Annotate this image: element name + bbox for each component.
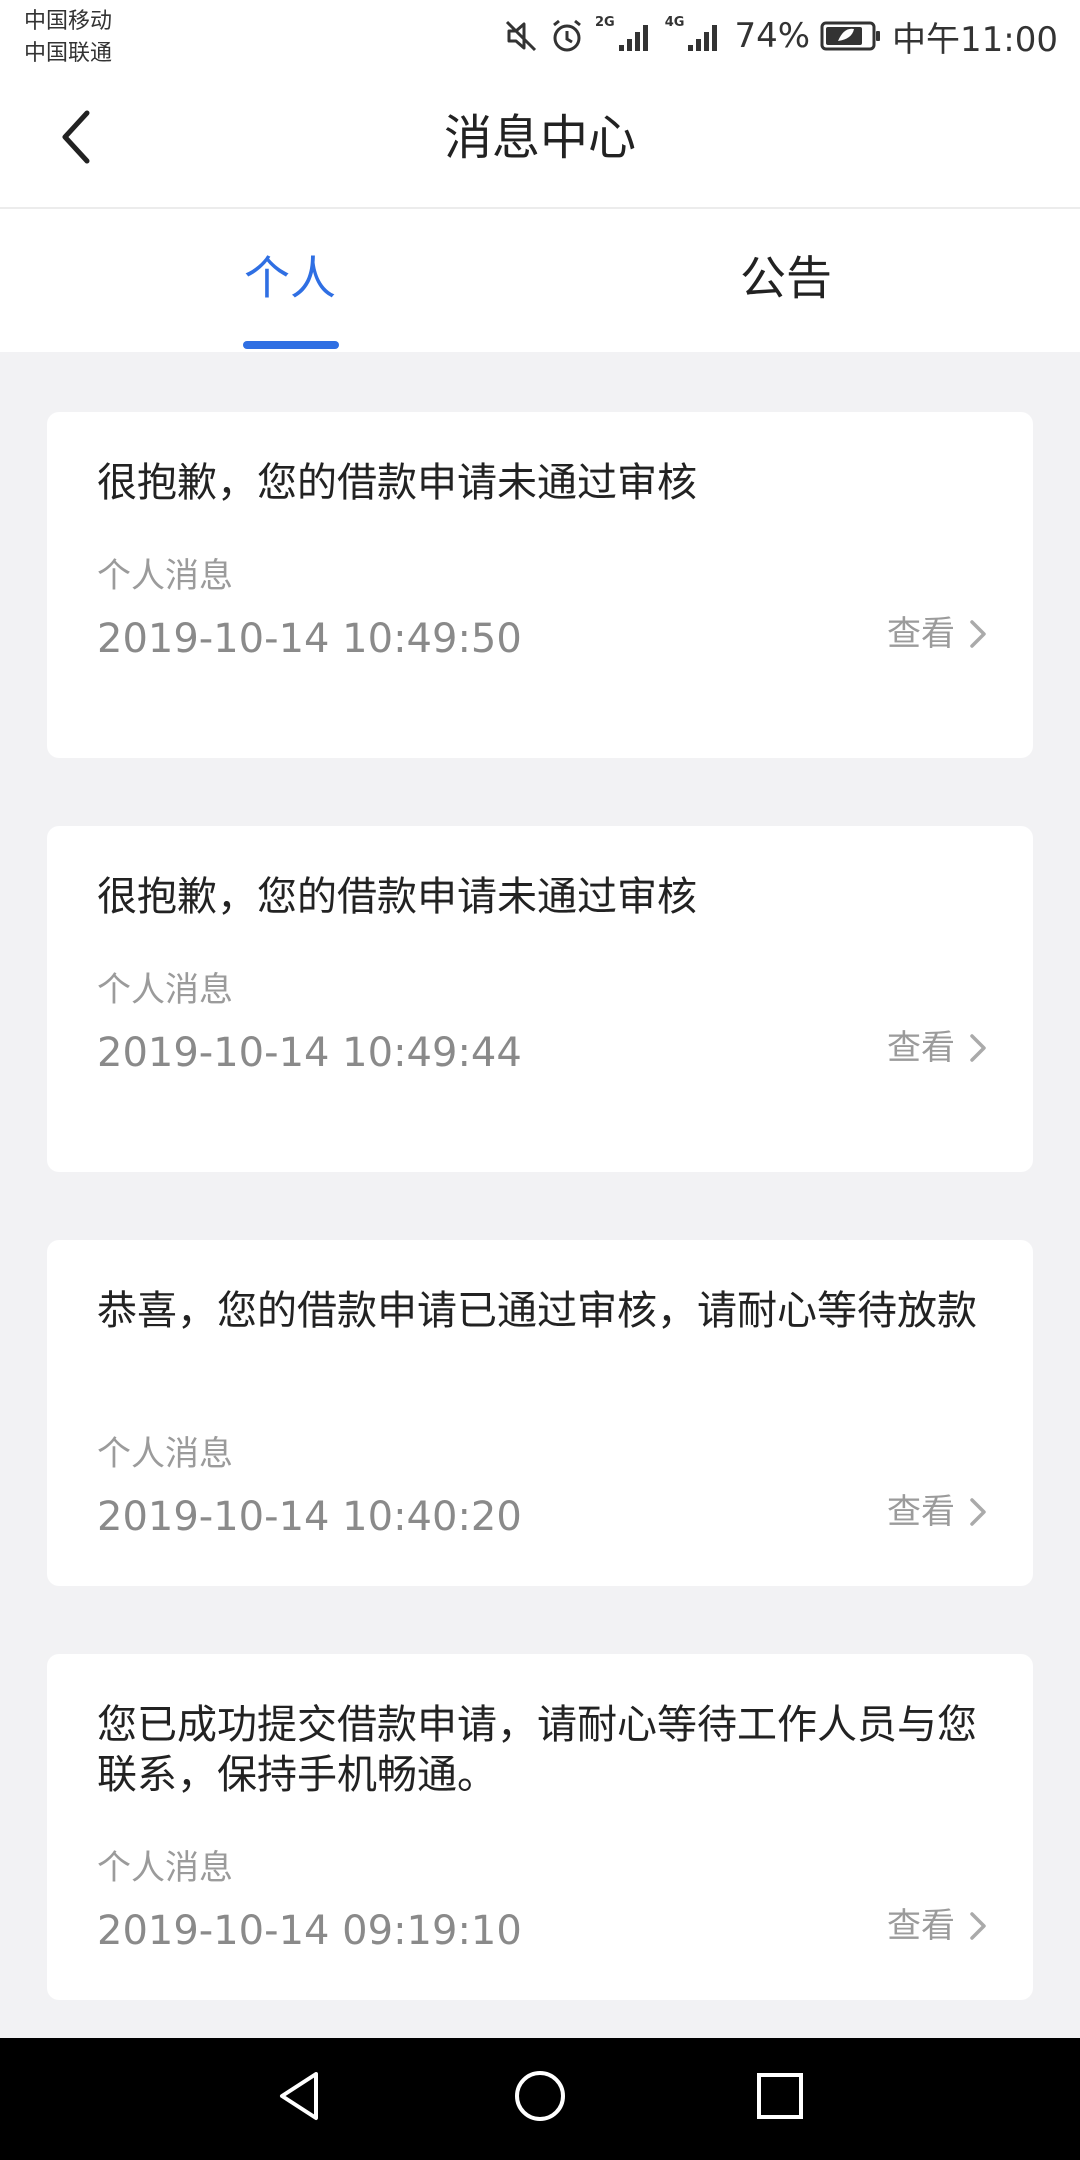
message-time: 2019-10-14 10:40:20: [97, 1494, 522, 1540]
network-type-1: 2G: [595, 15, 615, 30]
carrier-info: 中国移动 中国联通: [24, 6, 112, 70]
clock: 中午11:00: [892, 19, 1058, 60]
chevron-right-icon: [969, 1033, 987, 1063]
battery-percent: 74%: [734, 16, 811, 56]
status-bar: 中国移动 中国联通 2G 4G 74% 中午11:00: [0, 0, 1080, 72]
carrier-1: 中国移动: [24, 9, 113, 34]
chevron-right-icon: [969, 1911, 987, 1941]
message-category: 个人消息: [97, 1434, 233, 1474]
message-category: 个人消息: [97, 556, 233, 596]
mute-icon: [503, 18, 539, 54]
alarm-icon: [549, 18, 585, 54]
active-tab-indicator: [243, 341, 339, 349]
message-category: 个人消息: [97, 970, 233, 1010]
view-button[interactable]: 查看: [887, 612, 987, 656]
view-button[interactable]: 查看: [887, 1904, 987, 1948]
tab-personal[interactable]: 个人: [244, 247, 336, 309]
nav-home-icon: [512, 2068, 568, 2128]
view-button[interactable]: 查看: [887, 1490, 987, 1534]
signal-icon: [686, 19, 724, 53]
page-title: 消息中心: [443, 110, 636, 166]
view-label: 查看: [887, 1492, 955, 1532]
message-title: 很抱歉，您的借款申请未通过审核: [97, 460, 697, 506]
battery-icon: [820, 21, 882, 51]
message-title: 恭喜，您的借款申请已通过审核，请耐心等待放款: [97, 1288, 977, 1334]
nav-recent-button[interactable]: [740, 2058, 820, 2138]
message-card[interactable]: 很抱歉，您的借款申请未通过审核 个人消息 2019-10-14 10:49:50…: [47, 412, 1033, 758]
header: 消息中心: [0, 72, 1080, 209]
navigation-bar: [0, 2038, 1080, 2160]
status-icons: 2G 4G 74% 中午11:00: [503, 10, 1058, 62]
message-title: 很抱歉，您的借款申请未通过审核: [97, 874, 697, 920]
carrier-2: 中国联通: [24, 41, 113, 66]
view-label: 查看: [887, 1028, 955, 1068]
tab-bar: 个人 公告: [0, 209, 1080, 352]
nav-back-icon: [272, 2068, 328, 2128]
chevron-right-icon: [969, 1497, 987, 1527]
view-label: 查看: [887, 1906, 955, 1946]
signal-icon: [617, 19, 655, 53]
message-time: 2019-10-14 09:19:10: [97, 1908, 522, 1954]
tab-announcement[interactable]: 公告: [740, 247, 832, 309]
message-title: 您已成功提交借款申请，请耐心等待工作人员与您联系，保持手机畅通。: [97, 1702, 977, 1798]
message-card[interactable]: 恭喜，您的借款申请已通过审核，请耐心等待放款 个人消息 2019-10-14 1…: [47, 1240, 1033, 1586]
chevron-right-icon: [969, 619, 987, 649]
message-time: 2019-10-14 10:49:50: [97, 616, 522, 662]
network-type-2: 4G: [664, 15, 685, 30]
nav-recent-icon: [752, 2068, 808, 2128]
message-card[interactable]: 您已成功提交借款申请，请耐心等待工作人员与您联系，保持手机畅通。 个人消息 20…: [47, 1654, 1033, 2000]
view-button[interactable]: 查看: [887, 1026, 987, 1070]
message-time: 2019-10-14 10:49:44: [97, 1030, 522, 1076]
nav-home-button[interactable]: [500, 2058, 580, 2138]
nav-back-button[interactable]: [260, 2058, 340, 2138]
view-label: 查看: [887, 614, 955, 654]
message-card[interactable]: 很抱歉，您的借款申请未通过审核 个人消息 2019-10-14 10:49:44…: [47, 826, 1033, 1172]
message-category: 个人消息: [97, 1848, 233, 1888]
